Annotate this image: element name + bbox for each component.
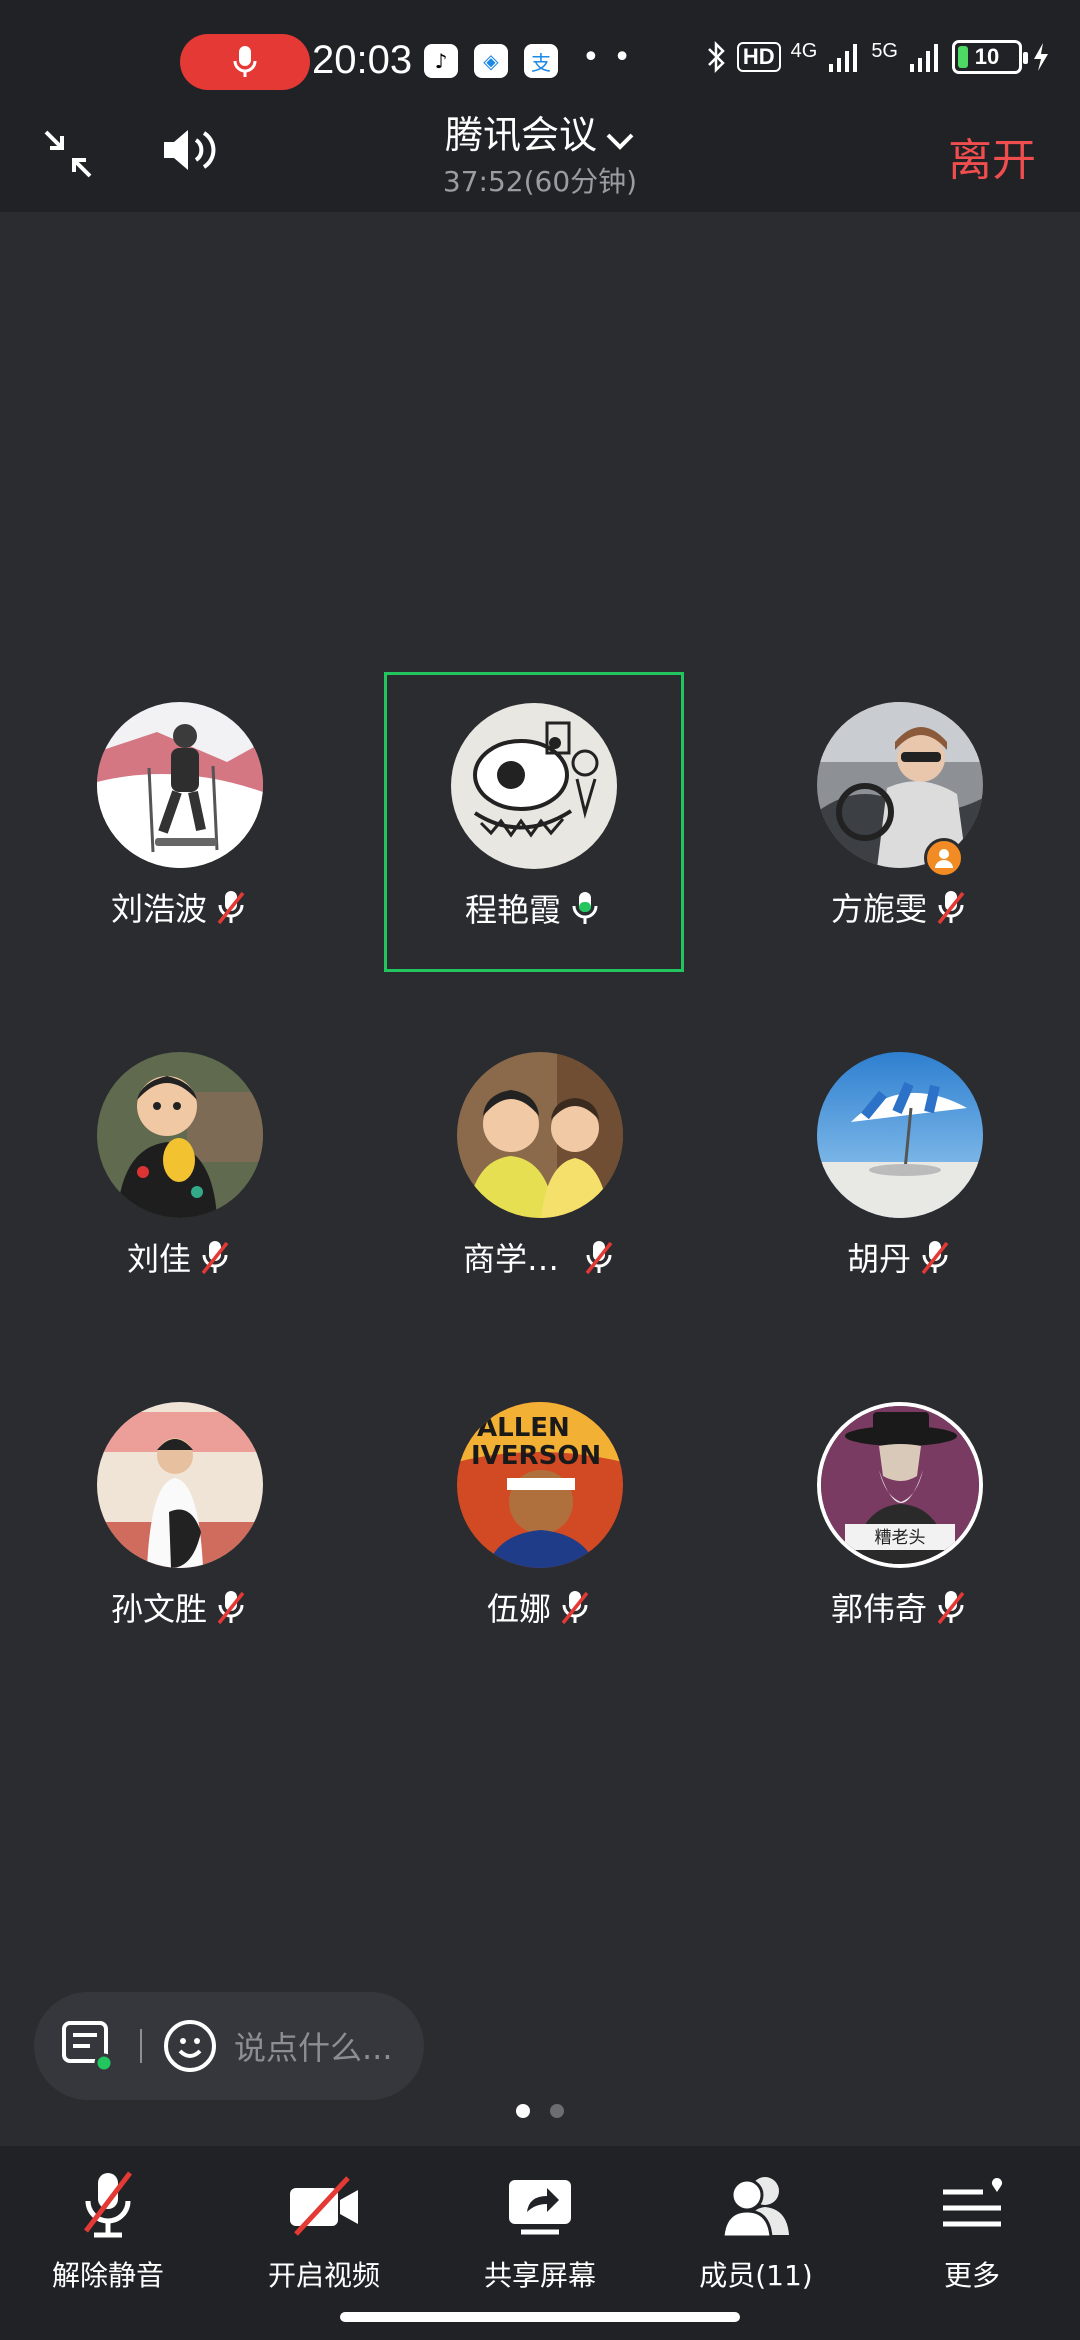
chat-input-bar[interactable]: 说点什么... <box>34 1992 424 2100</box>
participant-name-row: 刘浩波 <box>30 884 330 930</box>
home-indicator[interactable] <box>340 2312 740 2322</box>
unmute-button[interactable]: 解除静音 <box>0 2166 216 2294</box>
members-label: 成员(11) <box>699 2259 813 2292</box>
signal-icon-2 <box>910 44 938 72</box>
network-5g-label: 5G <box>871 40 898 62</box>
recording-indicator[interactable] <box>180 34 310 90</box>
participant-name-row: 程艳霞 <box>387 885 681 931</box>
start-video-label: 开启视频 <box>267 2259 380 2292</box>
participant-tile[interactable]: 孙文胜 <box>30 1372 330 1672</box>
chevron-down-icon <box>605 116 635 160</box>
alipay-icon: 支 <box>524 44 558 78</box>
participant-name: 郭伟奇 <box>830 1590 927 1628</box>
avatar-text: 糟老头 <box>875 1528 926 1548</box>
participant-name: 胡丹 <box>846 1240 911 1278</box>
status-time: 20:03 <box>312 38 413 82</box>
chat-placeholder[interactable]: 说点什么... <box>234 2023 393 2069</box>
participant-name: 伍娜 <box>486 1590 551 1628</box>
participant-name: 程艳霞 <box>464 891 561 929</box>
avatar: ALLEN IVERSON <box>457 1402 623 1568</box>
participant-name-row: 刘佳 <box>30 1234 330 1280</box>
mic-muted-icon <box>921 1241 949 1275</box>
share-screen-button[interactable]: 共享屏幕 <box>432 2166 648 2294</box>
participant-tile[interactable]: 胡丹 <box>750 1022 1050 1322</box>
avatar-text-2: IVERSON <box>471 1441 601 1471</box>
avatar <box>97 702 263 868</box>
avatar <box>817 1052 983 1218</box>
participant-tile[interactable]: 糟老头 郭伟奇 <box>750 1372 1050 1672</box>
network-4g-label: 4G <box>790 40 818 62</box>
bottom-toolbar: 解除静音 开启视频 共享屏幕 成员(11) 更多 <box>0 2146 1080 2340</box>
avatar <box>457 1052 623 1218</box>
participant-tile[interactable]: 商学… <box>390 1022 690 1322</box>
participant-name: 孙文胜 <box>110 1590 207 1628</box>
mic-muted-icon <box>937 1591 965 1625</box>
start-video-button[interactable]: 开启视频 <box>216 2166 432 2294</box>
more-menu-icon <box>943 2178 1002 2227</box>
charging-icon <box>1034 43 1048 71</box>
more-notifications-icon: • • <box>582 40 633 75</box>
mic-muted-icon <box>217 891 245 925</box>
participant-name: 刘佳 <box>126 1240 191 1278</box>
participant-name-row: 胡丹 <box>750 1234 1050 1280</box>
participant-name-row: 方旎雯 <box>750 884 1050 930</box>
unmute-label: 解除静音 <box>51 2259 164 2292</box>
participant-tile-speaking[interactable]: 程艳霞 <box>384 672 684 972</box>
divider <box>140 2029 142 2063</box>
page-dot[interactable] <box>550 2104 564 2118</box>
more-label: 更多 <box>943 2259 1000 2292</box>
avatar-text-1: ALLEN <box>477 1413 570 1443</box>
more-button[interactable]: 更多 <box>864 2166 1080 2294</box>
participant-tile[interactable]: 刘浩波 <box>30 672 330 972</box>
video-off-icon <box>290 2176 358 2236</box>
share-screen-icon <box>509 2180 571 2235</box>
avatar <box>451 703 617 869</box>
signal-icon <box>829 44 858 72</box>
participant-tile[interactable]: 刘佳 <box>30 1022 330 1322</box>
participant-name: 商学… <box>462 1240 559 1278</box>
mic-active-icon <box>572 892 598 924</box>
avatar <box>97 1402 263 1568</box>
participant-name: 方旎雯 <box>830 890 927 928</box>
mic-muted-icon <box>561 1591 589 1625</box>
avatar <box>97 1052 263 1218</box>
mic-muted-icon <box>585 1241 613 1275</box>
participant-name-row: 孙文胜 <box>30 1584 330 1630</box>
battery-icon: 10 <box>952 40 1028 74</box>
members-button[interactable]: 成员(11) <box>648 2166 864 2294</box>
host-badge <box>924 838 964 878</box>
members-icon <box>721 2177 789 2239</box>
mic-muted-icon <box>84 2171 132 2238</box>
meeting-title[interactable]: 腾讯会议 <box>0 104 1080 160</box>
meeting-timer: 37:52(60分钟) <box>442 165 638 198</box>
participant-tile[interactable]: 方旎雯 <box>750 672 1050 972</box>
meeting-title-text: 腾讯会议 <box>444 113 597 157</box>
participant-name: 刘浩波 <box>110 890 207 928</box>
avatar: 糟老头 <box>817 1402 983 1568</box>
page-indicator <box>0 2104 1080 2118</box>
share-screen-label: 共享屏幕 <box>483 2259 596 2292</box>
page-dot-active[interactable] <box>516 2104 530 2118</box>
leave-button[interactable]: 离开 <box>948 124 1036 188</box>
mic-muted-icon <box>937 891 965 925</box>
bluetooth-icon <box>707 40 725 74</box>
user-icon <box>935 849 953 868</box>
hd-indicator: HD <box>736 42 781 72</box>
microphone-icon <box>233 46 257 77</box>
participant-tile[interactable]: ALLEN IVERSON 伍娜 <box>390 1372 690 1672</box>
participant-name-row: 商学… <box>390 1234 690 1280</box>
mic-muted-icon <box>201 1241 229 1275</box>
emoji-icon[interactable] <box>162 2018 218 2074</box>
tiktok-icon: ♪ <box>424 44 458 78</box>
status-right: HD 4G 5G 10 <box>705 40 1050 74</box>
participant-name-row: 郭伟奇 <box>750 1584 1050 1630</box>
battery-level: 10 <box>974 44 1000 69</box>
app-shield-icon: ◈ <box>474 44 508 78</box>
chat-list-icon[interactable] <box>60 2019 114 2073</box>
participant-name-row: 伍娜 <box>390 1584 690 1630</box>
mic-muted-icon <box>217 1591 245 1625</box>
